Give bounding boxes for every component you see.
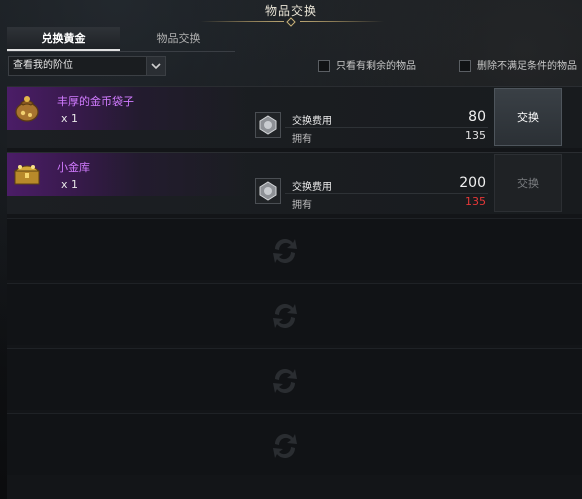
exchange-watermark-icon [273,239,297,263]
list-item: 丰厚的金币袋子 x 1 交换费用 80 拥有 135 交换 [7,86,582,148]
rank-filter-select[interactable]: 查看我的阶位 [8,56,166,76]
item-quantity: x 1 [61,178,79,191]
currency-emblem-icon [255,112,281,138]
cost-value: 80 [468,109,486,125]
tab-item-exchange[interactable]: 物品交换 [122,27,235,51]
exchange-watermark-icon [273,369,297,393]
checkbox-only-remaining[interactable]: 只看有剩余的物品 [318,60,428,74]
exchange-button[interactable]: 交换 [494,154,562,212]
title-bar: 物品交换 [0,0,582,27]
title-divider-left [200,21,284,22]
divider [285,193,488,194]
empty-slot [7,218,582,280]
empty-slot [7,348,582,410]
chevron-down-icon[interactable] [146,57,165,75]
empty-slot [7,413,582,475]
checkbox-box[interactable] [459,60,471,72]
owned-value: 135 [465,129,486,142]
owned-value: 135 [465,195,486,208]
checkbox-label: 只看有剩余的物品 [336,61,416,72]
title-ornament-icon [286,17,296,27]
checkbox-box[interactable] [318,60,330,72]
exchange-watermark-icon [273,304,297,328]
item-name: 丰厚的金币袋子 [57,95,134,108]
title-divider-right [300,21,384,22]
checkbox-label: 删除不满足条件的物品 [477,61,577,72]
tab-bar: 兑换黄金 物品交换 [7,27,235,52]
list-item: 小金库 x 1 交换费用 200 拥有 135 交换 [7,152,582,214]
exchange-list: 丰厚的金币袋子 x 1 交换费用 80 拥有 135 交换 小金库 x 1 交换… [7,86,582,499]
checkbox-hide-unmet[interactable]: 删除不满足条件的物品 [459,60,582,74]
rank-filter-value: 查看我的阶位 [13,60,73,71]
currency-emblem-icon [255,178,281,204]
coin-bag-icon[interactable] [10,90,44,124]
item-name: 小金库 [57,161,90,174]
cost-label: 交换费用 [292,182,332,193]
owned-label: 拥有 [292,134,312,145]
tab-exchange-gold[interactable]: 兑换黄金 [7,27,120,51]
exchange-button[interactable]: 交换 [494,88,562,146]
treasure-chest-icon[interactable] [10,156,44,190]
item-quantity: x 1 [61,112,79,125]
owned-label: 拥有 [292,200,312,211]
exchange-watermark-icon [273,434,297,458]
cost-value: 200 [459,175,486,191]
cost-label: 交换费用 [292,116,332,127]
divider [285,127,488,128]
empty-slot [7,283,582,345]
